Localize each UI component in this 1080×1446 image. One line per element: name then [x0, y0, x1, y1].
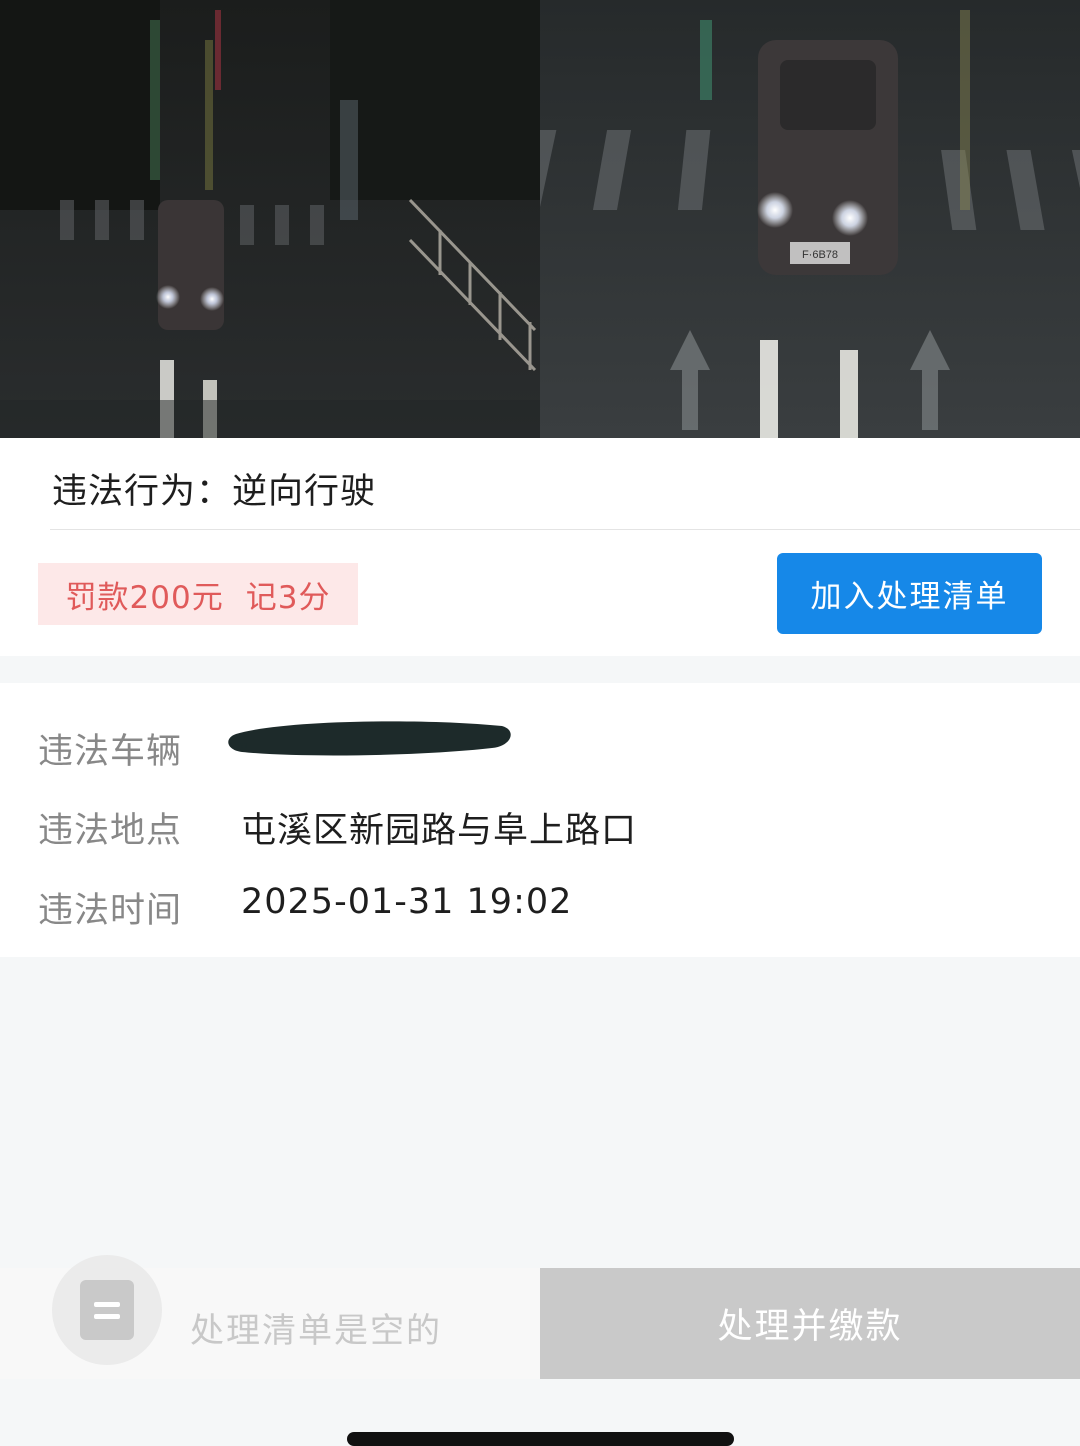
add-to-list-button[interactable]: 加入处理清单 [777, 553, 1042, 634]
fine-amount: 罚款200元 [65, 579, 224, 616]
penalty-badge: 罚款200元 记3分 [38, 563, 358, 625]
violation-photo-right[interactable]: F·6B78 [540, 0, 1080, 438]
location-label: 违法地点 [38, 811, 183, 851]
redaction-mark: " [228, 721, 511, 760]
svg-text:": " [240, 738, 248, 760]
time-value: 2025-01-31 19:02 [241, 882, 573, 922]
penalty-points: 记3分 [245, 579, 331, 616]
processing-list-button[interactable] [52, 1255, 162, 1365]
violation-photo-left[interactable] [0, 0, 540, 438]
list-icon [80, 1280, 134, 1340]
process-and-pay-button[interactable]: 处理并缴款 [540, 1268, 1080, 1379]
night-street-photo [0, 0, 540, 438]
vehicle-label: 违法车辆 [38, 732, 183, 772]
violation-behavior-label: 违法行为： [52, 472, 233, 512]
home-indicator [347, 1432, 734, 1446]
violation-behavior-value: 逆向行驶 [232, 472, 377, 512]
empty-list-text: 处理清单是空的 [190, 1311, 442, 1351]
license-plate-text: F·6B78 [802, 249, 838, 261]
divider [50, 529, 1080, 530]
location-value: 屯溪区新园路与阜上路口 [241, 811, 638, 851]
time-label: 违法时间 [38, 891, 183, 931]
violation-photos: F·6B78 [0, 0, 1080, 438]
violation-behavior-line: 违法行为：逆向行驶 [52, 463, 376, 514]
night-street-closeup-photo: F·6B78 [540, 0, 1080, 438]
